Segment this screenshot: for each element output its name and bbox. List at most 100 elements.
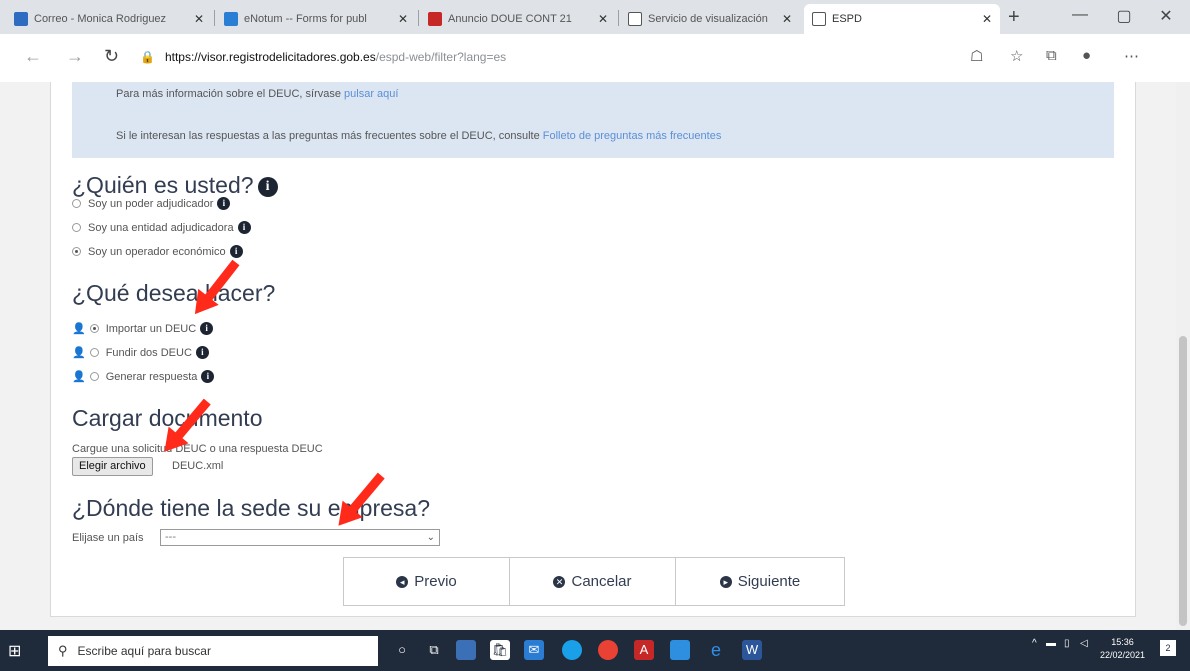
info-icon[interactable]: i <box>257 176 278 197</box>
search-icon: ⚲ <box>58 643 68 658</box>
mail-icon <box>14 12 28 26</box>
minimize-icon[interactable]: — <box>1060 6 1100 24</box>
forward-arrow-icon[interactable]: → <box>66 46 84 67</box>
control-panel-icon[interactable] <box>670 640 690 660</box>
word-icon[interactable]: W <box>742 640 762 660</box>
info-icon[interactable]: i <box>237 221 251 234</box>
chat-icon <box>224 12 238 26</box>
tab-title: Anuncio DOUE CONT 21 <box>448 13 572 25</box>
tray-chevron-icon[interactable]: ^ <box>1032 638 1037 649</box>
next-button[interactable]: ▸ Siguiente <box>675 557 845 606</box>
country-title: ¿Dónde tiene la sede su empresa? <box>72 495 430 521</box>
url-path: /espd-web/filter?lang=es <box>375 50 507 64</box>
browser-tab-doue[interactable]: Anuncio DOUE CONT 21 ✕ <box>420 4 616 34</box>
close-icon[interactable]: ✕ <box>194 12 204 26</box>
browser-tab-bar: Correo - Monica Rodriguez ✕ eNotum -- Fo… <box>0 0 1190 34</box>
radio-generate-response[interactable] <box>89 372 99 381</box>
info-icon[interactable]: i <box>201 370 215 383</box>
faq-link[interactable]: Folleto de preguntas más frecuentes <box>543 130 722 142</box>
option-import-deuc[interactable]: 👤 Importar un DEUC i <box>72 322 214 335</box>
pdf-icon <box>428 12 442 26</box>
selected-file-name: DEUC.xml <box>172 460 224 472</box>
option-economic-operator[interactable]: Soy un operador económico i <box>72 245 243 258</box>
upload-hint: Cargue una solicitud DEUC o una respuest… <box>72 443 323 455</box>
user-icon: 👤 <box>72 323 86 335</box>
url-field[interactable]: 🔒 https://visor.registrodelicitadores.go… <box>140 44 960 70</box>
radio-merge-deuc[interactable] <box>89 348 99 357</box>
windows-start-icon[interactable]: ⊞ <box>8 641 21 661</box>
reading-mode-icon[interactable]: ☖ <box>970 47 983 65</box>
browser-tab-visualizacion[interactable]: Servicio de visualización ✕ <box>620 4 800 34</box>
volume-icon[interactable]: ◁ <box>1080 638 1088 649</box>
acrobat-icon[interactable]: A <box>634 640 654 660</box>
back-arrow-icon[interactable]: ← <box>24 46 42 67</box>
option-contracting-entity[interactable]: Soy una entidad adjudicadora i <box>72 221 251 234</box>
choose-file-button[interactable]: Elegir archivo <box>72 457 153 476</box>
favorites-star-icon[interactable]: ☆ <box>1010 47 1023 65</box>
windows-taskbar: ⊞ ⚲ Escribe aquí para buscar ○ ⧉ 🛍 ✉ A e… <box>0 630 1190 671</box>
cancel-button[interactable]: ✕ Cancelar <box>509 557 676 606</box>
page-icon <box>812 12 826 26</box>
browser-tab-enotum[interactable]: eNotum -- Forms for publ ✕ <box>216 4 416 34</box>
profile-avatar-icon[interactable]: ● <box>1082 47 1091 64</box>
browser-tab-outlook[interactable]: Correo - Monica Rodriguez ✕ <box>6 4 212 34</box>
country-selected-value: --- <box>165 531 176 543</box>
close-window-icon[interactable]: ✕ <box>1146 6 1186 26</box>
internet-explorer-icon[interactable]: e <box>706 640 726 660</box>
browser-tab-espd[interactable]: ESPD ✕ <box>804 4 1000 34</box>
calendar-app-icon[interactable] <box>456 640 476 660</box>
refresh-icon[interactable]: ↻ <box>104 46 119 67</box>
tab-title: eNotum -- Forms for publ <box>244 13 367 25</box>
info-icon[interactable]: i <box>195 346 209 359</box>
system-clock[interactable]: 15:36 22/02/2021 <box>1100 636 1145 662</box>
radio-contracting-entity[interactable] <box>72 223 81 232</box>
tab-title: Correo - Monica Rodriguez <box>34 13 167 25</box>
tab-divider <box>214 10 215 26</box>
more-info-link[interactable]: pulsar aquí <box>344 88 398 100</box>
battery-icon: ▬ <box>1046 638 1056 649</box>
info-icon[interactable]: i <box>200 322 214 335</box>
maximize-icon[interactable]: ▢ <box>1104 6 1144 26</box>
clock-date: 22/02/2021 <box>1100 650 1146 660</box>
country-select[interactable]: --- ⌄ <box>160 529 440 546</box>
store-icon[interactable]: 🛍 <box>490 640 510 660</box>
close-icon[interactable]: ✕ <box>398 12 408 26</box>
page-icon <box>628 12 642 26</box>
task-view-icon[interactable]: ⧉ <box>424 640 444 660</box>
radio-economic-operator[interactable] <box>72 247 81 256</box>
who-title: ¿Quién es usted? i <box>72 172 278 199</box>
cortana-icon[interactable]: ○ <box>392 640 412 660</box>
option-generate-response[interactable]: 👤 Generar respuesta i <box>72 370 215 383</box>
notification-center-icon[interactable]: 2 <box>1160 640 1176 656</box>
close-icon[interactable]: ✕ <box>598 12 608 26</box>
tab-divider <box>618 10 619 26</box>
tab-title: Servicio de visualización <box>648 13 768 25</box>
network-icon[interactable]: ▯ <box>1064 638 1070 649</box>
option-merge-deuc[interactable]: 👤 Fundir dos DEUC i <box>72 346 209 359</box>
info-box: Para más información sobre el DEUC, sírv… <box>72 82 1114 158</box>
chrome-browser-icon[interactable] <box>598 640 618 660</box>
close-icon[interactable]: ✕ <box>782 12 792 26</box>
previous-button[interactable]: ◂ Previo <box>343 557 510 606</box>
info-line-faq: Si le interesan las respuestas a las pre… <box>116 130 722 142</box>
edge-browser-icon[interactable] <box>562 640 582 660</box>
new-tab-button[interactable]: + <box>1008 6 1020 29</box>
info-icon[interactable]: i <box>229 245 243 258</box>
user-icon: 👤 <box>72 371 86 383</box>
info-icon[interactable]: i <box>217 197 231 210</box>
scrollbar-thumb[interactable] <box>1179 336 1187 626</box>
previous-icon: ◂ <box>396 575 409 588</box>
close-icon[interactable]: ✕ <box>982 12 992 26</box>
info-line-more: Para más información sobre el DEUC, sírv… <box>116 88 399 100</box>
what-title: ¿Qué desea hacer? <box>72 280 276 306</box>
clock-time: 15:36 <box>1111 637 1134 647</box>
collections-icon[interactable]: ⧉ <box>1046 47 1057 64</box>
radio-import-deuc[interactable] <box>89 324 99 333</box>
mail-app-icon[interactable]: ✉ <box>524 640 544 660</box>
taskbar-search[interactable]: ⚲ Escribe aquí para buscar <box>48 636 378 666</box>
more-menu-icon[interactable]: ⋯ <box>1124 47 1139 65</box>
radio-contracting-authority[interactable] <box>72 199 81 208</box>
country-label: Elijase un país <box>72 532 144 544</box>
address-bar-row: ← → ↻ 🔒 https://visor.registrodelicitado… <box>0 34 1190 83</box>
option-contracting-authority[interactable]: Soy un poder adjudicador i <box>72 197 231 210</box>
